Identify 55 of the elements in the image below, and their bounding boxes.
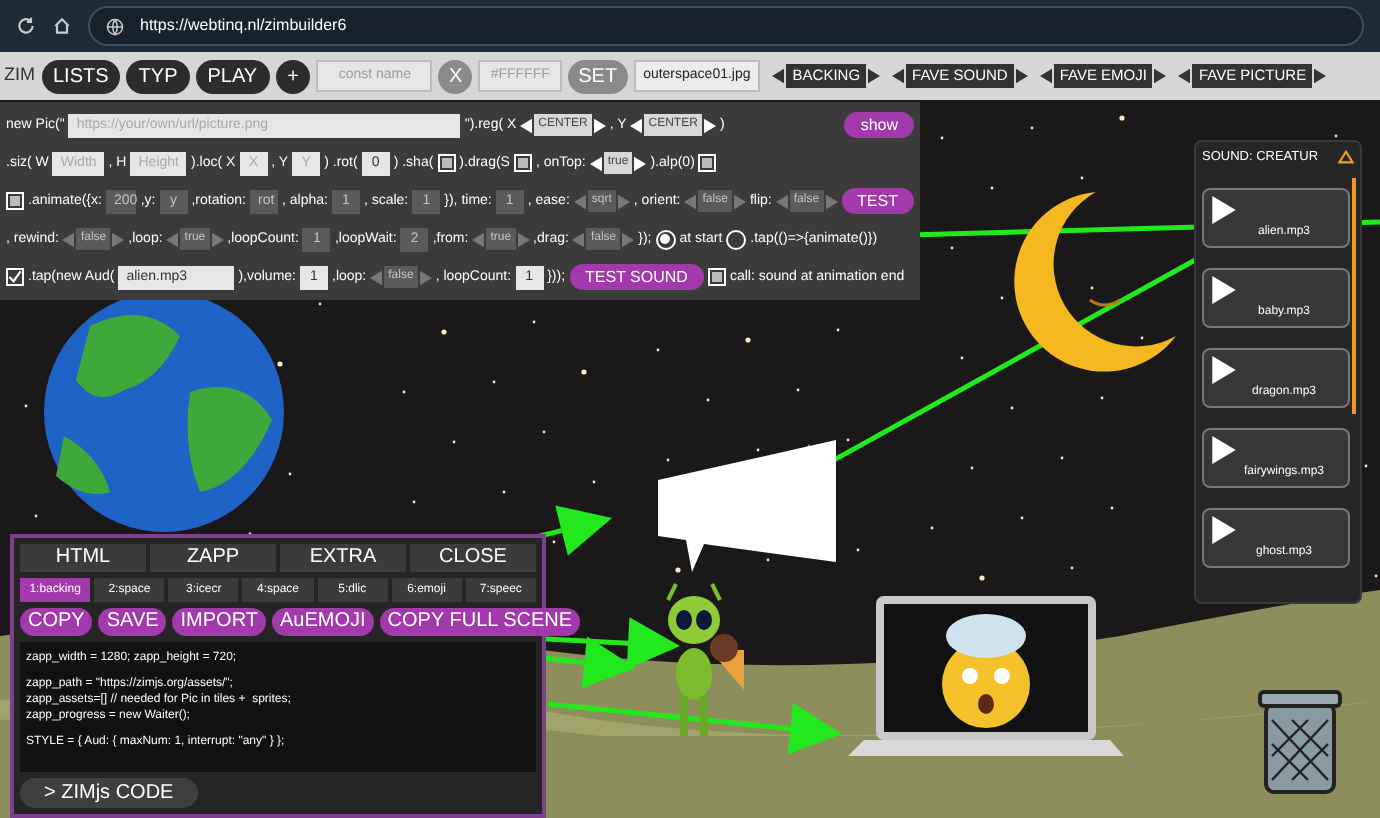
play-icon bbox=[1212, 275, 1236, 304]
right-arrow-icon[interactable] bbox=[634, 155, 647, 171]
radio-button[interactable] bbox=[726, 229, 747, 249]
set-button[interactable]: SET bbox=[568, 59, 628, 93]
action-button[interactable]: SAVE bbox=[98, 608, 167, 636]
action-button[interactable]: COPY FULL SCENE bbox=[379, 608, 581, 636]
globe-icon bbox=[106, 17, 124, 35]
left-arrow-icon[interactable] bbox=[630, 117, 643, 133]
action-button[interactable]: COPY bbox=[20, 608, 93, 636]
right-arrow-icon[interactable] bbox=[1154, 66, 1167, 86]
code-action-button[interactable]: TEST SOUND bbox=[569, 264, 704, 290]
toolbar-button[interactable]: TYP bbox=[126, 59, 190, 93]
zim-label: ZIM bbox=[4, 62, 35, 89]
right-arrow-icon[interactable] bbox=[868, 66, 881, 86]
warning-icon bbox=[1338, 150, 1354, 165]
checkbox[interactable] bbox=[698, 154, 717, 172]
zim-code-button[interactable]: > ZIMjs CODE bbox=[20, 778, 198, 808]
scrollbar[interactable] bbox=[1352, 178, 1356, 414]
right-arrow-icon[interactable] bbox=[1314, 66, 1327, 86]
checkbox[interactable] bbox=[6, 192, 24, 210]
checkbox[interactable] bbox=[707, 268, 726, 286]
checkbox[interactable] bbox=[513, 154, 532, 172]
right-arrow-icon[interactable] bbox=[1015, 66, 1028, 86]
play-icon bbox=[1212, 195, 1236, 224]
checkbox[interactable] bbox=[437, 154, 456, 172]
left-arrow-icon[interactable] bbox=[892, 66, 905, 86]
code-action-button[interactable]: TEST bbox=[841, 188, 914, 214]
checkbox[interactable] bbox=[6, 268, 24, 286]
panel-tab[interactable]: EXTRA bbox=[280, 544, 406, 572]
code-action-button[interactable]: show bbox=[844, 112, 914, 138]
right-arrow-icon[interactable] bbox=[593, 117, 606, 133]
reload-icon[interactable] bbox=[16, 16, 36, 36]
left-arrow-icon[interactable] bbox=[589, 155, 602, 171]
toolbar-button[interactable]: PLAY bbox=[195, 59, 270, 93]
right-arrow-icon[interactable] bbox=[703, 117, 716, 133]
url-text: https://webtinq.nl/zimbuilder6 bbox=[140, 14, 347, 38]
toolbar-button[interactable]: + bbox=[275, 59, 311, 93]
left-arrow-icon[interactable] bbox=[1039, 66, 1052, 86]
trash-can-icon[interactable] bbox=[1258, 690, 1342, 794]
address-bar[interactable]: https://webtinq.nl/zimbuilder6 bbox=[88, 6, 1364, 46]
panel-tab[interactable]: HTML bbox=[20, 544, 146, 572]
action-button[interactable]: IMPORT bbox=[172, 608, 266, 636]
action-button[interactable]: AuEMOJI bbox=[272, 608, 374, 636]
panel-tab[interactable]: CLOSE bbox=[410, 544, 536, 572]
clear-button[interactable]: X bbox=[438, 59, 473, 93]
panel-tab[interactable]: ZAPP bbox=[150, 544, 276, 572]
left-arrow-icon[interactable] bbox=[1178, 66, 1191, 86]
play-icon bbox=[1212, 435, 1236, 464]
left-arrow-icon[interactable] bbox=[520, 117, 533, 133]
home-icon[interactable] bbox=[52, 16, 72, 36]
play-icon bbox=[1212, 355, 1236, 384]
play-icon bbox=[1212, 515, 1236, 544]
left-arrow-icon[interactable] bbox=[772, 66, 785, 86]
radio-button[interactable] bbox=[655, 229, 676, 249]
toolbar-button[interactable]: LISTS bbox=[41, 59, 121, 93]
